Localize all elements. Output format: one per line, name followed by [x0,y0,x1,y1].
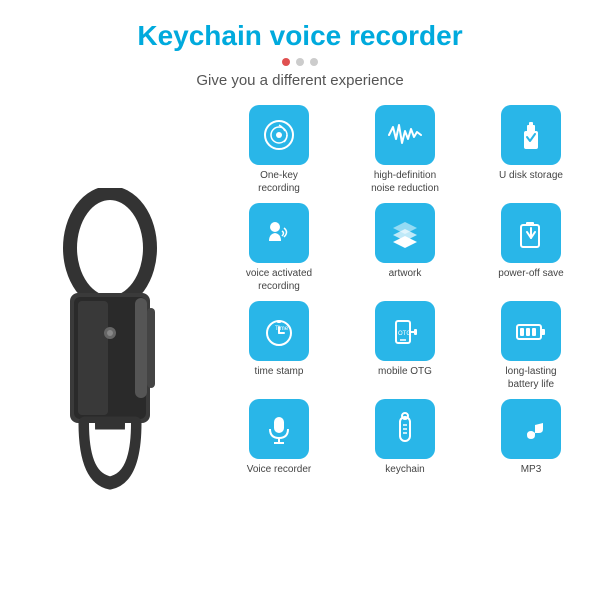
feature-label-voice: voice activated recording [244,267,314,293]
feature-mp3: MP3 [472,399,590,476]
feature-artwork: artwork [346,203,464,293]
content-area: One-key recording high-definition noise … [10,105,590,590]
feature-time-stamp: Time time stamp [220,301,338,391]
svg-text:Time: Time [275,326,289,332]
feature-noise-reduction: high-definition noise reduction [346,105,464,195]
svg-text:OTG: OTG [398,331,411,337]
feature-voice-recorder: Voice recorder [220,399,338,476]
feature-icon-box-artwork [375,203,435,263]
feature-label-udisk: U disk storage [499,169,563,182]
feature-keychain: keychain [346,399,464,476]
feature-icon-box-otg: OTG [375,301,435,361]
feature-icon-box-one-key [249,105,309,165]
indicator-dots [282,58,318,66]
main-title: Keychain voice recorder [137,20,462,52]
feature-label-one-key: One-key recording [244,169,314,195]
keychain-svg [50,188,170,508]
feature-icon-box-noise [375,105,435,165]
feature-icon-box-voice [249,203,309,263]
feature-battery-life: long-lasting battery life [472,301,590,391]
feature-label-power: power-off save [498,267,563,280]
feature-one-key-recording: One-key recording [220,105,338,195]
feature-label-battery: long-lasting battery life [496,365,566,391]
dot-1 [282,58,290,66]
feature-label-noise: high-definition noise reduction [370,169,440,195]
feature-icon-box-mic [249,399,309,459]
feature-power-off-save: power-off save [472,203,590,293]
features-grid: One-key recording high-definition noise … [220,105,590,590]
feature-voice-activated: voice activated recording [220,203,338,293]
feature-icon-box-udisk [501,105,561,165]
feature-label-keychain: keychain [385,463,424,476]
feature-label-mic: Voice recorder [247,463,311,476]
dot-3 [310,58,318,66]
subtitle: Give you a different experience [196,72,403,89]
feature-label-otg: mobile OTG [378,365,432,378]
feature-icon-box-time: Time [249,301,309,361]
dot-2 [296,58,304,66]
feature-u-disk: U disk storage [472,105,590,195]
feature-icon-box-battery [501,301,561,361]
feature-icon-box-keychain [375,399,435,459]
page: Keychain voice recorder Give you a diffe… [0,0,600,600]
feature-label-time: time stamp [255,365,304,378]
feature-icon-box-mp3 [501,399,561,459]
product-image [10,105,210,590]
feature-mobile-otg: OTG mobile OTG [346,301,464,391]
feature-label-mp3: MP3 [521,463,542,476]
feature-icon-box-power [501,203,561,263]
feature-label-artwork: artwork [389,267,422,280]
